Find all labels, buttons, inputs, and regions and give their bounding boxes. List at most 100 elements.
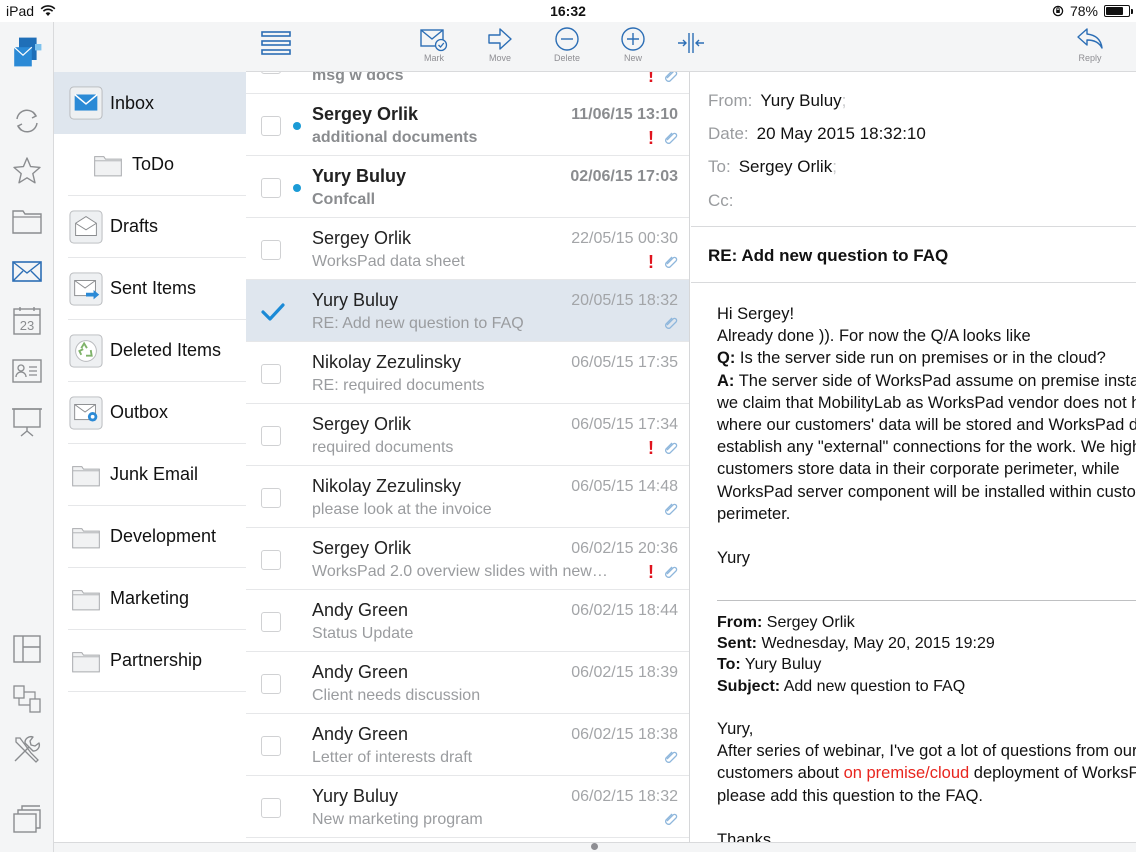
hamburger-icon <box>261 31 291 55</box>
sync-icon[interactable] <box>8 102 46 140</box>
row-checkbox[interactable] <box>261 736 281 756</box>
folder-junk-email[interactable]: Junk Email <box>68 444 246 506</box>
attachment-icon <box>664 255 678 269</box>
new-button[interactable]: New <box>607 26 659 63</box>
folder-marketing[interactable]: Marketing <box>68 568 246 630</box>
row-checkbox[interactable] <box>261 612 281 632</box>
move-arrow-icon <box>488 28 512 50</box>
importance-icon: ! <box>648 128 654 148</box>
body-line: Thanks, <box>717 830 776 842</box>
row-checkbox[interactable] <box>261 426 281 446</box>
app-logo-icon[interactable] <box>5 30 49 74</box>
attachment-icon <box>664 502 678 516</box>
folder-development[interactable]: Development <box>68 506 246 568</box>
documents-folder-icon[interactable] <box>8 202 46 240</box>
menu-button[interactable] <box>250 30 302 56</box>
reading-pane: From: Yury Buluy; Date: 20 May 2015 18:32:… <box>691 72 1136 842</box>
presentation-icon[interactable] <box>8 402 46 440</box>
battery-icon <box>1104 5 1133 17</box>
folder-label: ToDo <box>132 154 175 174</box>
from-value[interactable]: Yury Buluy <box>760 91 841 110</box>
folder-todo[interactable]: ToDo <box>68 134 246 196</box>
message-row[interactable]: Yury Buluy 02/06/15 17:03 Confcall <box>246 156 689 218</box>
message-subject-preview: Letter of interests draft <box>312 749 473 766</box>
mark-button[interactable]: Mark <box>408 26 460 63</box>
message-row[interactable]: Yury Buluy 06/02/15 18:32 New marketing pr… <box>246 776 689 838</box>
favorites-star-icon[interactable] <box>8 152 46 190</box>
battery-percent: 78% <box>1069 3 1098 19</box>
message-row[interactable]: Yury Buluy 20/05/15 18:32 RE: Add new ques… <box>246 280 689 342</box>
calendar-icon[interactable]: 23 <box>8 302 46 340</box>
message-date: 06/05/15 17:34 <box>571 416 678 433</box>
folder-label: Development <box>110 526 217 546</box>
row-checkbox[interactable] <box>261 798 281 818</box>
folder-icon <box>68 643 104 679</box>
row-checkbox[interactable] <box>261 550 281 570</box>
message-row[interactable]: msg w docs! <box>246 72 689 94</box>
folder-inbox[interactable]: Inbox <box>54 72 246 134</box>
move-button[interactable]: Move <box>474 26 526 63</box>
message-row[interactable]: Andy Green 06/02/15 18:39 Client needs dis… <box>246 652 689 714</box>
message-list: msg w docs! Sergey Orlik 11/06/15 13:10 add… <box>246 72 690 842</box>
folder-label: Inbox <box>110 92 155 113</box>
message-sender: Nikolay Zezulinsky <box>312 476 462 496</box>
split-view-button[interactable] <box>665 32 717 54</box>
row-checkbox[interactable] <box>261 72 281 74</box>
message-row[interactable]: Nikolay Zezulinsky 06/05/15 17:35 RE: requ… <box>246 342 689 404</box>
row-checkbox[interactable] <box>261 302 285 322</box>
folder-partnership[interactable]: Partnership <box>68 630 246 692</box>
folder-deleted-items[interactable]: Deleted Items <box>68 320 246 382</box>
contacts-card-icon[interactable] <box>8 352 46 390</box>
folder-label: Deleted Items <box>110 340 222 360</box>
message-sender: Sergey Orlik <box>312 414 412 434</box>
folder-label: Partnership <box>110 650 203 670</box>
drafts-icon <box>68 209 104 245</box>
message-subject-preview: RE: required documents <box>312 377 485 394</box>
message-date: 06/05/15 14:48 <box>571 478 678 495</box>
mark-label: Mark <box>424 53 444 63</box>
to-value[interactable]: Sergey Orlik <box>739 157 833 176</box>
body-line: A: The server side of WorksPad assume on… <box>717 371 1136 390</box>
message-row[interactable]: Sergey Orlik 11/06/15 13:10 additional doc… <box>246 94 689 156</box>
folder-outbox[interactable]: Outbox <box>68 382 246 444</box>
layout-panels-icon[interactable] <box>8 630 46 668</box>
message-row[interactable]: Nikolay Zezulinsky 06/05/15 14:48 please l… <box>246 466 689 528</box>
row-checkbox[interactable] <box>261 488 281 508</box>
tools-icon[interactable] <box>8 730 46 768</box>
message-row[interactable]: Andy Green 06/02/15 18:38 Letter of intere… <box>246 714 689 776</box>
message-row[interactable]: Sergey Orlik 22/05/15 00:30 WorksPad data … <box>246 218 689 280</box>
delete-button[interactable]: Delete <box>541 26 593 63</box>
message-date: 06/02/15 20:36 <box>571 540 678 557</box>
message-row[interactable]: Sergey Orlik 06/02/15 20:36 WorksPad 2.0 o… <box>246 528 689 590</box>
split-view-icon <box>678 33 704 53</box>
reply-button[interactable]: Reply <box>1064 26 1116 63</box>
folder-drafts[interactable]: Drafts <box>68 196 246 258</box>
row-checkbox[interactable] <box>261 240 281 260</box>
from-label: From: <box>708 91 753 110</box>
message-row[interactable]: Sergey Orlik 06/05/15 17:34 required docum… <box>246 404 689 466</box>
page-indicator[interactable] <box>591 843 598 850</box>
row-checkbox[interactable] <box>261 364 281 384</box>
folder-sent-items[interactable]: Sent Items <box>68 258 246 320</box>
row-checkbox[interactable] <box>261 178 281 198</box>
row-checkbox[interactable] <box>261 674 281 694</box>
message-row[interactable]: Andy Green 06/02/15 18:44 Status Update <box>246 590 689 652</box>
signature: Yury <box>717 549 751 568</box>
row-checkbox[interactable] <box>261 116 281 136</box>
toolbar: Mark Move Delete New Reply <box>246 22 1136 72</box>
header-cc: Cc: <box>708 191 742 211</box>
message-date: 06/02/15 18:38 <box>571 726 678 743</box>
body-line: establish any "external" connections for… <box>717 438 1136 457</box>
network-devices-icon[interactable] <box>8 680 46 718</box>
reply-arrow-icon <box>1077 28 1103 49</box>
importance-icon: ! <box>648 562 654 582</box>
move-label: Move <box>488 53 511 63</box>
body-line: please add this question to the FAQ. <box>717 786 984 805</box>
folder-label: Drafts <box>110 216 159 236</box>
windows-stack-icon[interactable] <box>8 800 46 838</box>
message-sender: Sergey Orlik <box>312 228 412 248</box>
message-date: 11/06/15 13:10 <box>571 106 678 123</box>
folder-label: Outbox <box>110 402 169 422</box>
mail-icon[interactable] <box>8 252 46 290</box>
body-line: After series of webinar, I've got a lot … <box>717 742 1136 761</box>
